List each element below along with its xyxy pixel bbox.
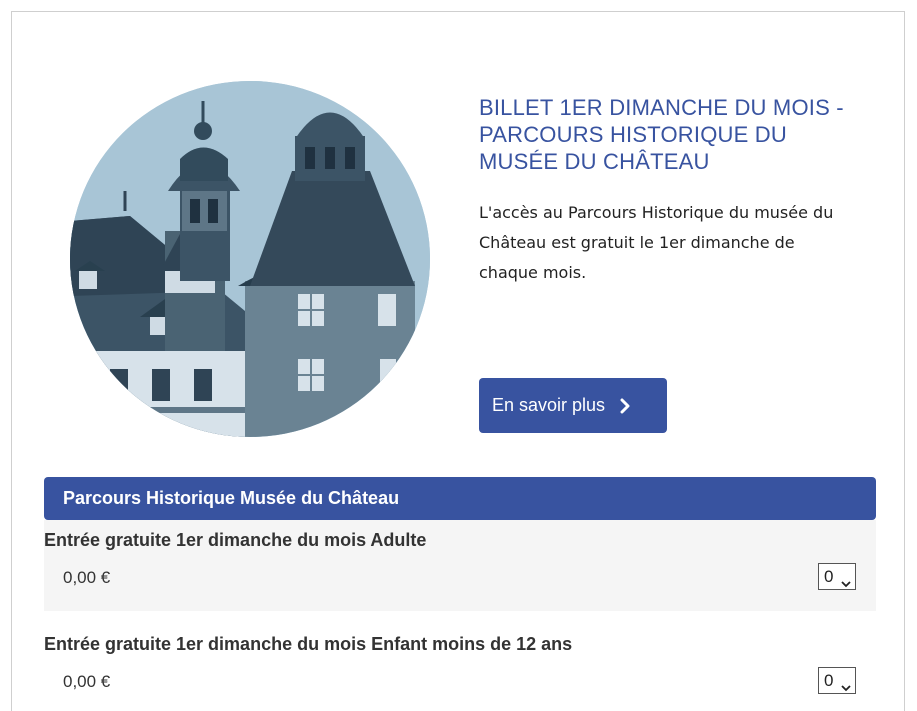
chateau-photo (70, 81, 430, 437)
quantity-select[interactable]: 0 (818, 667, 856, 694)
ticket-row: Entrée gratuite 1er dimanche du mois Enf… (44, 624, 876, 711)
chevron-down-icon (841, 573, 851, 588)
ticket-price: 0,00 € (63, 568, 111, 587)
quantity-value: 0 (824, 566, 834, 586)
ticket-card: BILLET 1ER DIMANCHE DU MOIS - PARCOURS H… (11, 11, 905, 711)
section-title: Parcours Historique Musée du Château (63, 488, 400, 508)
learn-more-button[interactable]: En savoir plus (479, 378, 667, 433)
quantity-select[interactable]: 0 (818, 563, 856, 590)
quantity-value: 0 (824, 670, 834, 690)
section-header: Parcours Historique Musée du Château (44, 477, 876, 520)
learn-more-label: En savoir plus (492, 395, 606, 415)
hero-section: BILLET 1ER DIMANCHE DU MOIS - PARCOURS H… (12, 12, 904, 462)
chevron-right-icon (619, 398, 631, 414)
ticket-price: 0,00 € (63, 672, 111, 691)
ticket-name: Entrée gratuite 1er dimanche du mois Adu… (44, 530, 427, 550)
ticket-row: Entrée gratuite 1er dimanche du mois Adu… (44, 520, 876, 611)
ticket-name: Entrée gratuite 1er dimanche du mois Enf… (44, 634, 573, 654)
chevron-down-icon (841, 677, 851, 692)
ticket-description: L'accès au Parcours Historique du musée … (479, 203, 834, 282)
ticket-title: BILLET 1ER DIMANCHE DU MOIS - PARCOURS H… (479, 95, 844, 174)
